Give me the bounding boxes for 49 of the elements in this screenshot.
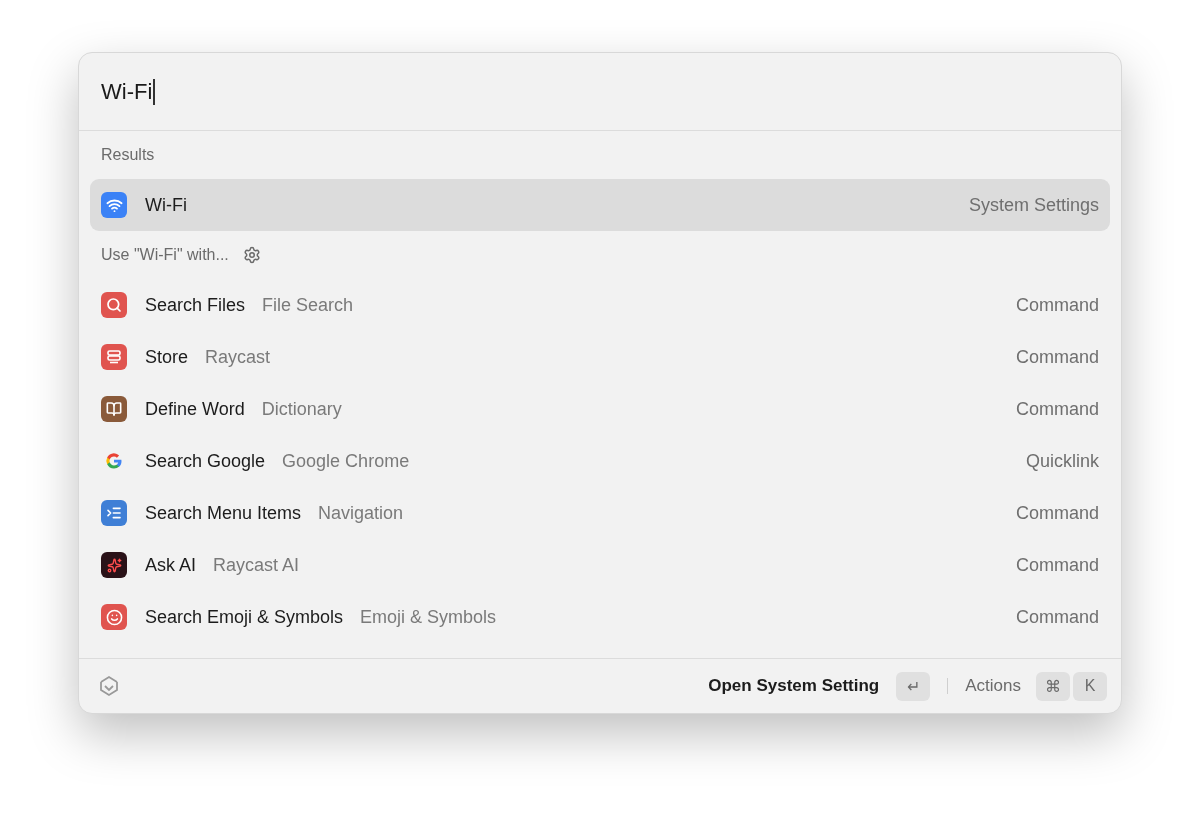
item-title: Ask AI [145,554,197,576]
result-item[interactable]: Wi-Fi System Settings [90,179,1110,231]
search-icon [101,292,127,318]
enter-key[interactable]: ↵ [896,671,931,701]
menu-list-icon [101,500,127,526]
item-subtitle: Raycast [205,346,271,368]
item-subtitle: Google Chrome [282,450,410,472]
result-item[interactable]: Ask AI Raycast AI Command [90,539,1110,591]
item-type: Command [1015,502,1099,524]
item-subtitle: File Search [262,294,354,316]
item-type: Command [1015,346,1099,368]
result-item[interactable]: Search Menu Items Navigation Command [90,487,1110,539]
actions-label: Actions [965,676,1021,696]
item-type: Quicklink [1025,450,1099,472]
sparkle-icon [101,552,127,578]
item-subtitle: Raycast AI [213,554,300,576]
search-field[interactable]: Wi-Fi [101,78,156,105]
result-item[interactable]: Store Raycast Command [90,331,1110,383]
item-title: Define Word [145,398,245,420]
result-item[interactable]: Search Files File Search Command [90,279,1110,331]
item-subtitle: Dictionary [261,398,342,420]
book-icon [101,396,127,422]
google-g-icon [104,451,124,471]
section-title: Results [101,146,155,164]
logo-icon [97,674,121,698]
item-subtitle: Navigation [318,502,404,524]
smiley-icon [101,604,127,630]
item-title: Wi-Fi [145,194,187,216]
item-type: Command [1015,294,1099,316]
item-type: Command [1015,554,1099,576]
store-icon [101,344,127,370]
item-title: Store [145,346,189,368]
shortcut-key[interactable]: K [1073,671,1107,701]
primary-action-label: Open System Setting [708,676,880,696]
result-item[interactable]: Search Google Google Chrome Quicklink [90,435,1110,487]
item-type: Command [1015,606,1099,628]
section-title: Use "Wi-Fi" with... [101,246,229,264]
item-title: Search Google [145,450,266,472]
item-title: Search Files [145,294,246,316]
settings-icon[interactable] [242,246,261,264]
result-item[interactable]: Define Word Dictionary Command [90,383,1110,435]
wifi-icon [101,192,127,218]
item-title: Search Menu Items [145,502,302,524]
shortcut-key[interactable]: ⌘ [1036,671,1070,701]
result-item[interactable]: Search Emoji & Symbols Emoji & Symbols Command [90,591,1110,643]
item-title: Search Emoji & Symbols [145,606,344,628]
item-type: Command [1015,398,1099,420]
item-type: System Settings [968,194,1099,216]
item-subtitle: Emoji & Symbols [360,606,497,628]
